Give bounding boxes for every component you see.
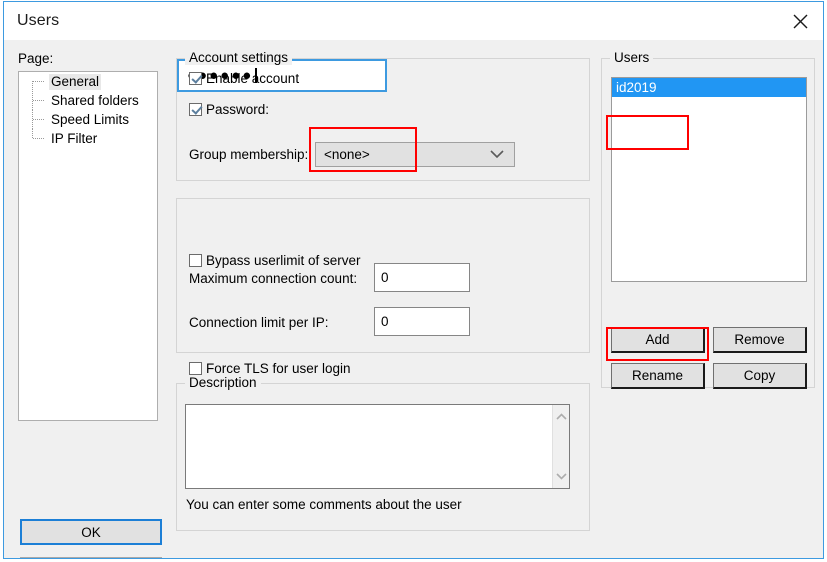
user-name: id2019 [616,80,657,95]
tree-item-label: Shared folders [51,92,139,108]
checkbox-unchecked-icon [189,254,202,267]
group-membership-value: <none> [324,147,370,162]
max-connection-count-label: Maximum connection count: [189,271,358,286]
page-label: Page: [18,51,54,66]
checkbox-checked-icon [189,72,202,85]
description-textarea[interactable] [185,404,570,489]
description-title: Description [185,375,261,390]
close-icon [793,14,808,29]
users-listbox[interactable]: id2019 [611,77,807,282]
description-hint: You can enter some comments about the us… [186,497,462,512]
rename-user-button[interactable]: Rename [611,363,705,389]
description-text[interactable] [186,405,552,488]
connection-limit-per-ip-value: 0 [381,314,389,329]
checkbox-unchecked-icon [189,362,202,375]
tree-item-ip-filter[interactable]: IP Filter [19,129,157,148]
tree-item-label: Speed Limits [51,111,130,127]
page-tree[interactable]: General Shared folders Speed Limits IP F… [18,71,158,421]
users-title: Users [610,50,654,65]
close-button[interactable] [777,2,823,40]
connection-limit-per-ip-input[interactable]: 0 [374,307,470,336]
bypass-userlimit-checkbox[interactable]: Bypass userlimit of server [189,253,361,268]
tree-item-label: General [49,73,102,90]
group-membership-select[interactable]: <none> [315,142,515,167]
add-user-button[interactable]: Add [611,327,705,353]
group-membership-label: Group membership: [189,147,309,162]
password-label: Password: [206,102,270,117]
title-bar: Users [4,2,823,41]
force-tls-label: Force TLS for user login [206,361,351,376]
checkbox-checked-icon [189,103,202,116]
force-tls-checkbox[interactable]: Force TLS for user login [189,361,351,376]
connection-limit-per-ip-label: Connection limit per IP: [189,315,329,330]
enable-account-label: Enable account [206,71,300,86]
max-connection-count-value: 0 [381,270,389,285]
account-settings-title: Account settings [185,50,293,65]
connection-limits-group: Bypass userlimit of server Maximum conne… [176,198,590,376]
tree-item-speed-limits[interactable]: Speed Limits [19,110,157,129]
users-dialog-window: Users Page: General Shared folders Speed… [3,1,824,559]
max-connection-count-input[interactable]: 0 [374,263,470,292]
dialog-client-area: Page: General Shared folders Speed Limit… [4,41,823,558]
enable-account-checkbox[interactable]: Enable account [189,71,299,86]
account-settings-group: Account settings Enable account Password… [176,50,590,181]
scroll-up-icon[interactable] [555,408,567,426]
bypass-userlimit-label: Bypass userlimit of server [206,253,361,268]
password-checkbox[interactable]: Password: [189,102,269,117]
tree-item-shared-folders[interactable]: Shared folders [19,91,157,110]
cancel-button[interactable]: Cancel [20,557,162,558]
chevron-down-icon [490,150,504,159]
remove-user-button[interactable]: Remove [713,327,807,353]
description-group: Description You can enter some comments … [176,375,590,531]
window-title: Users [17,12,60,29]
copy-user-button[interactable]: Copy [713,363,807,389]
scroll-down-icon[interactable] [555,467,567,485]
tree-item-label: IP Filter [51,130,98,146]
list-item[interactable]: id2019 [612,78,806,97]
ok-button[interactable]: OK [20,519,162,545]
description-scrollbar[interactable] [552,405,569,488]
users-group: Users id2019 Add Remove Rename Copy [601,50,815,389]
tree-item-general[interactable]: General [19,72,157,91]
